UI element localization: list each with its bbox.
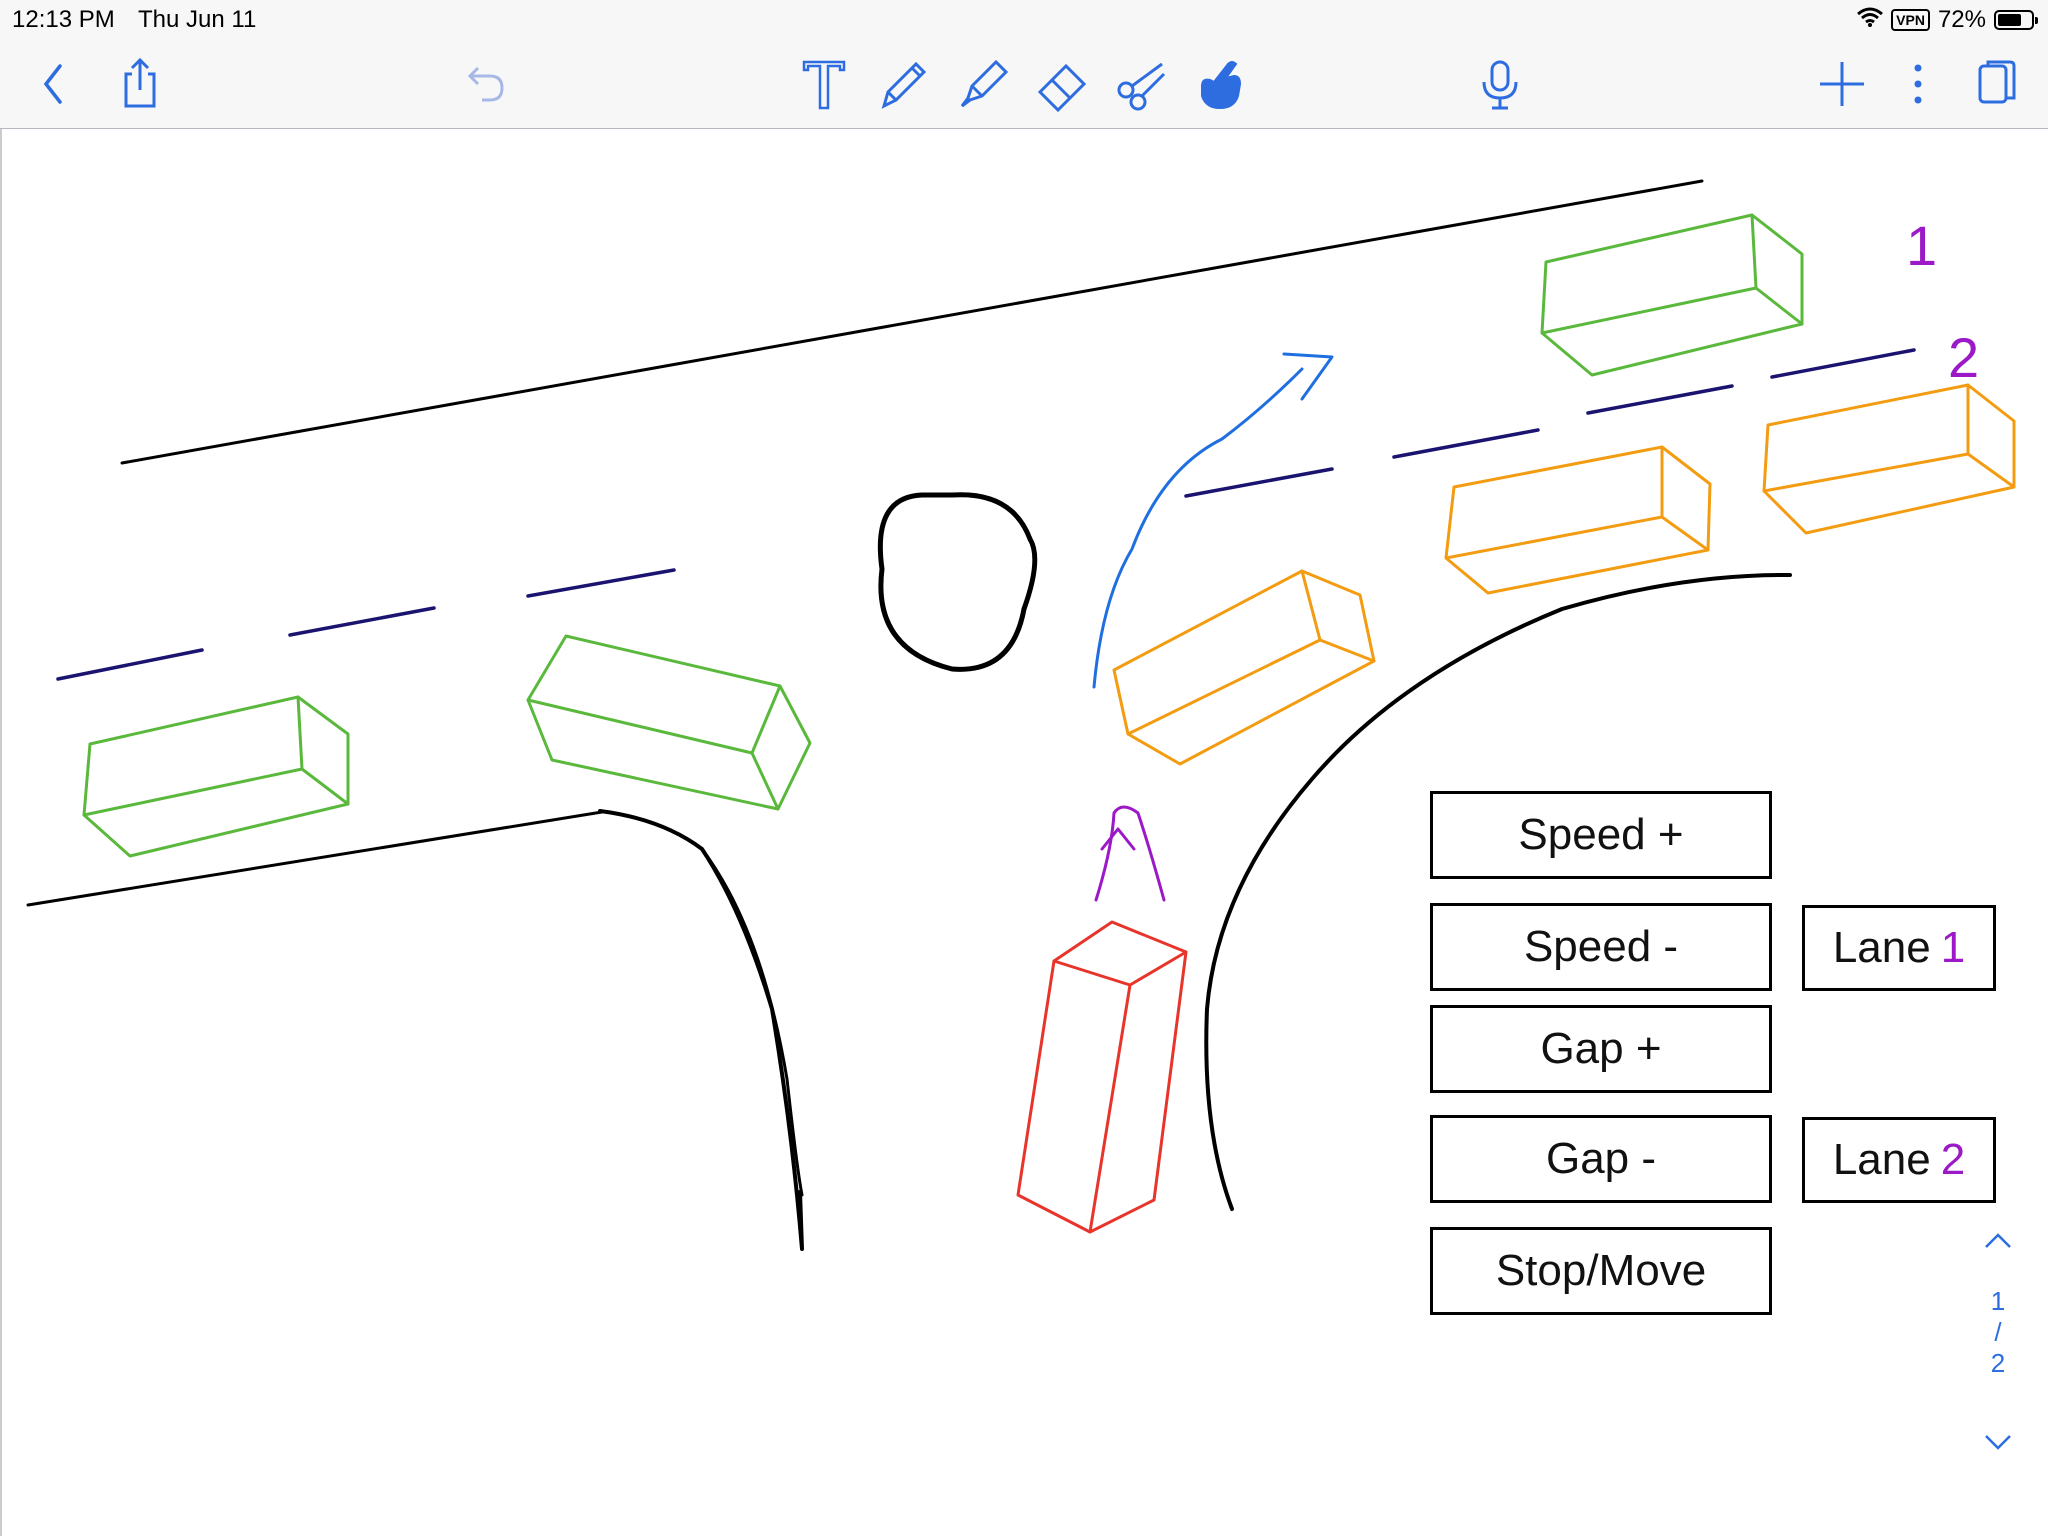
pen-tool-button[interactable] [870,52,934,116]
battery-icon [1994,10,2038,30]
more-vertical-icon [1914,64,1922,104]
lane-dashes [56,348,1916,681]
highlighter-tool-button[interactable] [950,52,1014,116]
page-navigator: 1 / 2 [1978,1220,2018,1463]
status-bar: 12:13 PM Thu Jun 11 VPN 72% [0,0,2048,40]
right-curve [1204,572,1792,1211]
share-icon [124,57,156,108]
page-total: 2 [1990,1348,2006,1378]
battery-fill [1998,14,2021,26]
eraser-icon [1037,63,1087,113]
plus-icon [1820,62,1864,106]
orange-car-turning [1112,569,1376,766]
lane-dash [1392,428,1540,459]
wifi-icon [1857,6,1884,34]
green-car-left [82,695,350,858]
text-tool-button[interactable] [792,52,856,116]
microphone-icon [1482,60,1518,110]
stop-move-button[interactable]: Stop/Move [1430,1227,1772,1315]
gap-plus-button[interactable]: Gap + [1430,1005,1772,1093]
status-indicators: VPN 72% [1857,6,2038,34]
green-car-top [1540,213,1804,377]
note-canvas[interactable]: 1 2 Speed + Speed - Gap + Gap - Stop/Mov… [0,129,2048,1536]
lane-dash [1770,348,1916,379]
left-curve [598,809,804,1251]
scissors-tool-button[interactable] [1110,52,1174,116]
undo-button[interactable] [452,52,516,116]
lane-dash [1184,467,1334,498]
pointer-hand-icon [1201,61,1242,110]
add-button[interactable] [1810,52,1874,116]
chevron-up-icon [1985,1233,2011,1248]
lane-dash [288,606,436,637]
lane-1-number: 1 [1940,923,1966,972]
undo-icon [467,66,504,102]
page-current: 1 [1990,1286,2006,1316]
left-curve-lower [700,847,804,1197]
back-button[interactable] [22,52,86,116]
pen-icon [881,61,927,109]
lane-dash [56,648,204,681]
pointer-tool-button[interactable] [1188,52,1252,116]
lane-label-2: 2 [1948,326,1980,389]
page-up-button[interactable] [1978,1220,2018,1260]
purple-arrow [1094,805,1166,902]
lane-2-text: Lane [1832,1135,1931,1184]
vpn-badge: VPN [1891,9,1930,31]
gap-minus-button[interactable]: Gap - [1430,1115,1772,1203]
page-separator: / [1994,1317,2002,1347]
blue-arrow [1092,352,1334,689]
lane-label-1: 1 [1906,214,1938,277]
chevron-left-icon [43,64,62,104]
pages-button[interactable] [1964,52,2028,116]
status-date: Thu Jun 11 [138,6,257,33]
share-button[interactable] [108,52,172,116]
status-time: 12:13 PM [12,6,115,33]
highlighter-icon [960,59,1009,108]
orange-car-middle [1444,445,1712,595]
page-down-button[interactable] [1978,1423,2018,1463]
battery-cap [2035,17,2038,24]
speed-plus-button[interactable]: Speed + [1430,791,1772,879]
lane-2-number: 2 [1940,1135,1966,1184]
road-bottom-edge [26,810,604,907]
more-button[interactable] [1886,52,1950,116]
orange-car-right [1762,383,2016,535]
speed-minus-button[interactable]: Speed - [1430,903,1772,991]
lane-1-text: Lane [1832,923,1931,972]
red-car [1016,920,1188,1234]
lane-dash [1586,384,1734,415]
pages-icon [1978,60,2016,104]
roundabout-circle [877,492,1038,672]
road-top-edge [120,179,1704,465]
eraser-tool-button[interactable] [1030,52,1094,116]
lane-1-button[interactable]: Lane 1 [1802,905,1996,991]
lane-2-button[interactable]: Lane 2 [1802,1117,1996,1203]
green-car-middle [526,634,812,811]
chevron-down-icon [1985,1435,2011,1450]
toolbar [0,40,2048,129]
lane-dash [526,568,676,598]
scissors-icon [1117,62,1166,111]
text-tool-icon [802,60,846,110]
microphone-button[interactable] [1468,52,1532,116]
battery-percent: 72% [1937,6,1986,33]
